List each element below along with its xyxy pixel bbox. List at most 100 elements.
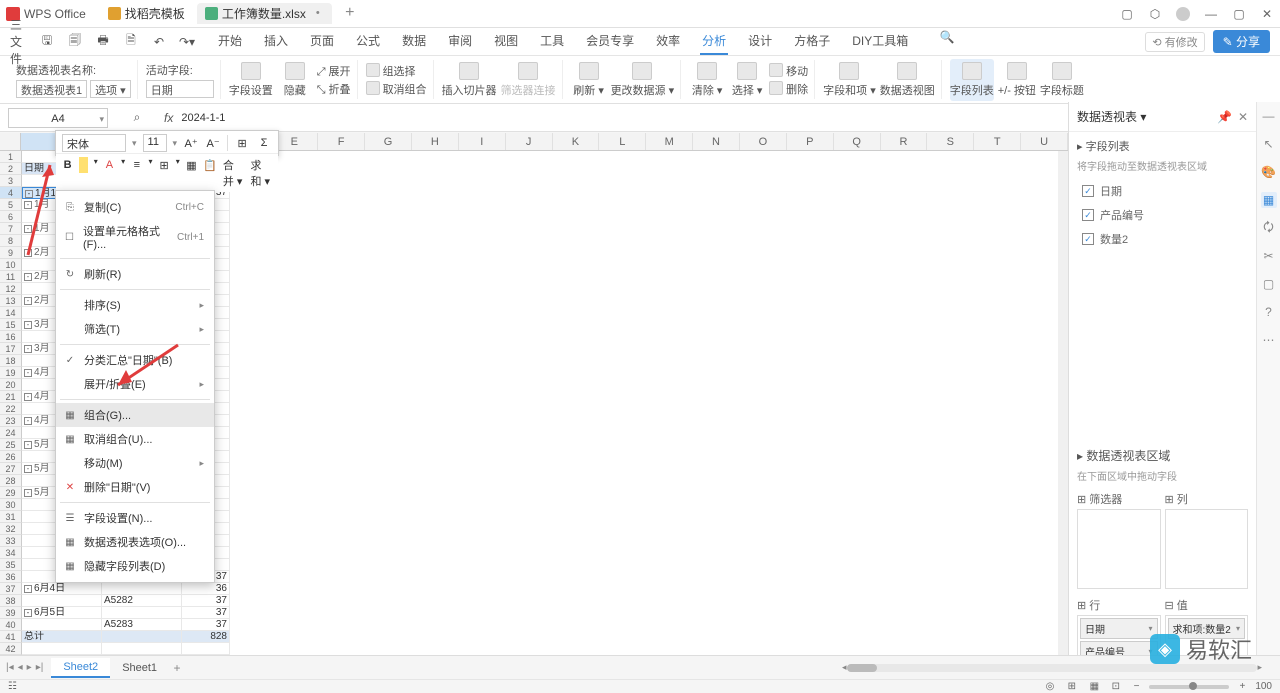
pivot-panel-icon[interactable]: ▦ [1261,192,1277,208]
ungroup-button[interactable]: 取消组合 [383,81,427,97]
col-header[interactable]: S [927,133,974,150]
col-header[interactable]: F [318,133,365,150]
minimize-button[interactable]: — [1204,7,1218,21]
font-color-icon[interactable]: A [104,157,115,173]
col-header[interactable]: O [740,133,787,150]
window-cube-icon[interactable]: ⬡ [1148,7,1162,21]
col-header[interactable]: L [599,133,646,150]
col-header[interactable]: T [974,133,1021,150]
sum-button[interactable]: 求和 ▾ [250,157,272,189]
field-list-button[interactable]: 字段列表 [950,59,994,101]
areas-title[interactable]: ▸ 数据透视表区域 [1077,447,1248,464]
merge-icon[interactable]: ⊞ [234,135,250,151]
tab-review[interactable]: 审阅 [446,28,474,55]
col-header[interactable]: N [693,133,740,150]
tab-diy[interactable]: DIY工具箱 [850,28,910,55]
tab-start[interactable]: 开始 [216,28,244,55]
view-grid-icon[interactable]: ⊡ [1112,681,1124,693]
save-icon[interactable]: 🖫 [38,33,56,51]
align-icon[interactable]: ≡ [131,157,142,173]
tab-formula[interactable]: 公式 [354,28,382,55]
col-header[interactable]: U [1021,133,1068,150]
pivot-chart-button[interactable]: 数据透视图 [880,59,935,101]
delete-button[interactable]: 删除 [786,81,808,97]
clear-button[interactable]: 清除 ▾ [689,59,725,101]
zoom-out-icon[interactable]: − [1134,681,1140,692]
more-icon[interactable]: ▢ [1261,276,1277,292]
changes-badge[interactable]: ⟲ 有修改 [1145,32,1204,52]
cancel-icon[interactable]: ⌕ [128,109,146,127]
help-icon[interactable]: ? [1261,304,1277,320]
zoom-value[interactable]: 100 [1255,681,1272,692]
print-icon[interactable]: 🖶 [94,33,112,51]
font-select[interactable]: 宋体 [62,134,126,152]
fill-color-icon[interactable] [79,157,87,173]
col-header[interactable]: J [506,133,553,150]
close-button[interactable]: ✕ [1260,7,1274,21]
hide-button[interactable]: 隐藏 [277,59,313,101]
backup-icon[interactable]: 🗘 [1261,220,1277,236]
first-sheet-icon[interactable]: |◂ [6,662,14,673]
undo-icon[interactable]: ↶ [150,33,168,51]
context-menu-item[interactable]: ▦取消组合(U)... [56,427,214,451]
settings-icon[interactable]: ✂ [1261,248,1277,264]
doc-tab-template[interactable]: 找稻壳模板 [100,3,193,24]
field-list-title[interactable]: ▸ 字段列表 [1077,138,1248,154]
file-menu[interactable]: 三 文件 [10,33,28,51]
minimize-panel-icon[interactable]: — [1261,108,1277,124]
context-menu-item[interactable]: ⎘复制(C)Ctrl+C [56,195,214,219]
col-header[interactable]: H [412,133,459,150]
checkbox-icon[interactable]: ✓ [1082,233,1094,245]
panel-pin-icon[interactable]: 📌 [1217,110,1232,124]
col-header[interactable]: M [646,133,693,150]
status-icon[interactable]: ☷ [8,681,17,692]
panel-title[interactable]: 数据透视表 ▾ [1077,108,1146,125]
field-settings-button[interactable]: 字段设置 [229,59,273,101]
cols-zone[interactable] [1165,509,1249,589]
field-item[interactable]: ✓产品编号 [1077,203,1248,227]
pt-name-input[interactable]: 数据透视表1 [16,80,87,98]
paste-icon[interactable]: 📋 [203,157,217,173]
dots-icon[interactable]: ⋯ [1261,332,1277,348]
select-tool-icon[interactable]: ↖ [1261,136,1277,152]
move-button[interactable]: 移动 [786,63,808,79]
decrease-font-icon[interactable]: A⁻ [205,135,221,151]
context-menu-item[interactable]: ☰字段设置(N)... [56,506,214,530]
context-menu-item[interactable]: 排序(S)▸ [56,293,214,317]
sheet-tab[interactable]: Sheet1 [110,659,169,677]
col-header[interactable]: R [881,133,928,150]
expand-button[interactable]: ⤢ 展开 [317,63,351,79]
saveas-icon[interactable]: 🗐 [66,33,84,51]
font-size-select[interactable]: 11 [143,134,167,152]
tab-view[interactable]: 视图 [492,28,520,55]
col-header[interactable]: Q [834,133,881,150]
field-item[interactable]: ✓数量2 [1077,227,1248,251]
context-menu-item[interactable]: ✓分类汇总"日期"(B) [56,348,214,372]
share-button[interactable]: ✎ 分享 [1213,30,1270,53]
context-menu-item[interactable]: ↻刷新(R) [56,262,214,286]
border-icon[interactable]: ⊞ [158,157,169,173]
sheet-tab[interactable]: Sheet2 [51,658,110,678]
tab-efficiency[interactable]: 效率 [654,28,682,55]
tab-data[interactable]: 数据 [400,28,428,55]
col-header[interactable]: G [365,133,412,150]
tab-member[interactable]: 会员专享 [584,28,636,55]
tab-analyze[interactable]: 分析 [700,28,728,55]
panel-close-icon[interactable]: ✕ [1238,110,1248,124]
doc-tab-workbook[interactable]: 工作簿数量.xlsx • [197,3,332,24]
context-menu-item[interactable]: 展开/折叠(E)▸ [56,372,214,396]
field-item[interactable]: ✓日期 [1077,179,1248,203]
context-menu-item[interactable]: ▦隐藏字段列表(D) [56,554,214,578]
last-sheet-icon[interactable]: ▸| [36,662,44,673]
rows-zone[interactable]: 日期▾ 产品编号▾ [1077,615,1161,659]
collapse-button[interactable]: ⤡ 折叠 [317,81,351,97]
filter-zone[interactable] [1077,509,1161,589]
merge-button[interactable]: 合并 ▾ [223,157,245,189]
plusminus-button[interactable]: +/- 按钮 [998,59,1036,101]
context-menu-item[interactable]: ▦组合(G)... [56,403,214,427]
preview-icon[interactable]: 🗎 [122,33,140,51]
tab-page[interactable]: 页面 [308,28,336,55]
bold-icon[interactable]: B [62,157,73,173]
format-icon[interactable]: ▦ [186,157,197,173]
zoom-slider[interactable] [1149,685,1229,689]
